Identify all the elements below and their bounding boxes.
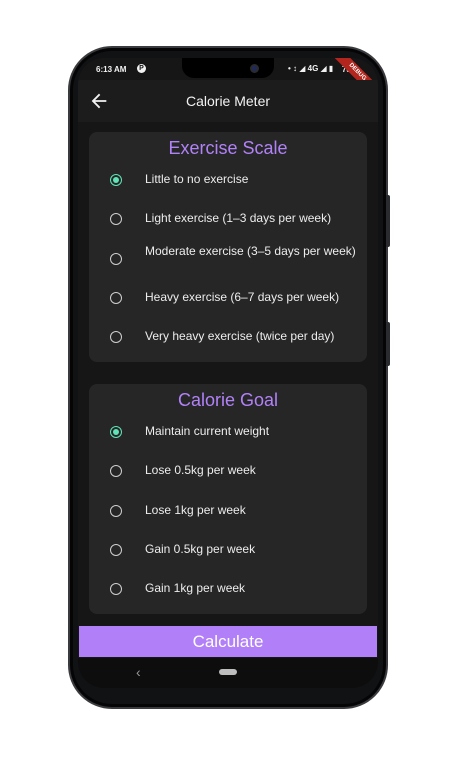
option-label: Gain 1kg per week (145, 581, 246, 595)
status-bar: 6:13 AM P • ↕ ◢ 4G ◢ ▮ 78% DEBUG (78, 58, 378, 109)
goal-option-lose-one[interactable]: Lose 1kg per week (89, 493, 367, 529)
radio-icon[interactable] (110, 583, 122, 595)
page-title: Calorie Meter (185, 93, 271, 109)
radio-icon[interactable] (110, 331, 122, 343)
exercise-scale-title: Exercise Scale (168, 138, 288, 158)
exercise-scale-card: Exercise Scale Little to no exercise Lig… (89, 132, 367, 362)
option-label: Very heavy exercise (twice per day) (145, 329, 335, 343)
radio-selected-icon[interactable] (110, 174, 122, 186)
goal-option-lose-half[interactable]: Lose 0.5kg per week (89, 453, 367, 489)
radio-icon[interactable] (110, 253, 122, 265)
option-label: Gain 0.5kg per week (145, 542, 256, 556)
radio-icon[interactable] (110, 213, 122, 225)
calorie-goal-card: Calorie Goal Maintain current weight Los… (89, 384, 367, 614)
nav-back-icon[interactable]: ‹ (136, 664, 141, 680)
exercise-option-moderate[interactable]: Moderate exercise (3–5 days per week) (89, 241, 367, 277)
app-notification-icon: P (137, 64, 146, 73)
option-label: Light exercise (1–3 days per week) (145, 211, 332, 225)
exercise-option-light[interactable]: Light exercise (1–3 days per week) (89, 201, 367, 237)
exercise-option-little[interactable]: Little to no exercise (89, 162, 367, 198)
radio-icon[interactable] (110, 465, 122, 477)
display-notch (182, 58, 274, 78)
exercise-option-heavy[interactable]: Heavy exercise (6–7 days per week) (89, 280, 367, 316)
option-label: Little to no exercise (145, 172, 249, 186)
option-label: Moderate exercise (3–5 days per week) (145, 244, 356, 258)
radio-icon[interactable] (110, 505, 122, 517)
volume-button (386, 195, 390, 247)
app-bar: Calorie Meter (78, 80, 378, 122)
system-nav-bar: ‹ (78, 658, 378, 688)
exercise-option-very-heavy[interactable]: Very heavy exercise (twice per day) (89, 319, 367, 355)
app-screen: 6:13 AM P • ↕ ◢ 4G ◢ ▮ 78% DEBUG Calorie… (78, 58, 378, 688)
calorie-goal-title: Calorie Goal (177, 390, 279, 410)
goal-option-gain-one[interactable]: Gain 1kg per week (89, 571, 367, 607)
calculate-button[interactable]: Calculate (79, 626, 377, 657)
signal-icons: • ↕ ◢ 4G ◢ ▮ (288, 64, 334, 73)
goal-option-maintain[interactable]: Maintain current weight (89, 414, 367, 450)
option-label: Heavy exercise (6–7 days per week) (145, 290, 340, 304)
power-button (386, 322, 390, 366)
camera-icon (250, 64, 259, 73)
nav-home-icon[interactable] (219, 669, 237, 675)
goal-option-gain-half[interactable]: Gain 0.5kg per week (89, 532, 367, 568)
radio-icon[interactable] (110, 544, 122, 556)
option-label: Lose 0.5kg per week (145, 463, 256, 477)
option-label: Lose 1kg per week (145, 503, 246, 517)
radio-selected-icon[interactable] (110, 426, 122, 438)
radio-icon[interactable] (110, 292, 122, 304)
option-label: Maintain current weight (145, 424, 270, 438)
status-time: 6:13 AM (96, 65, 127, 74)
